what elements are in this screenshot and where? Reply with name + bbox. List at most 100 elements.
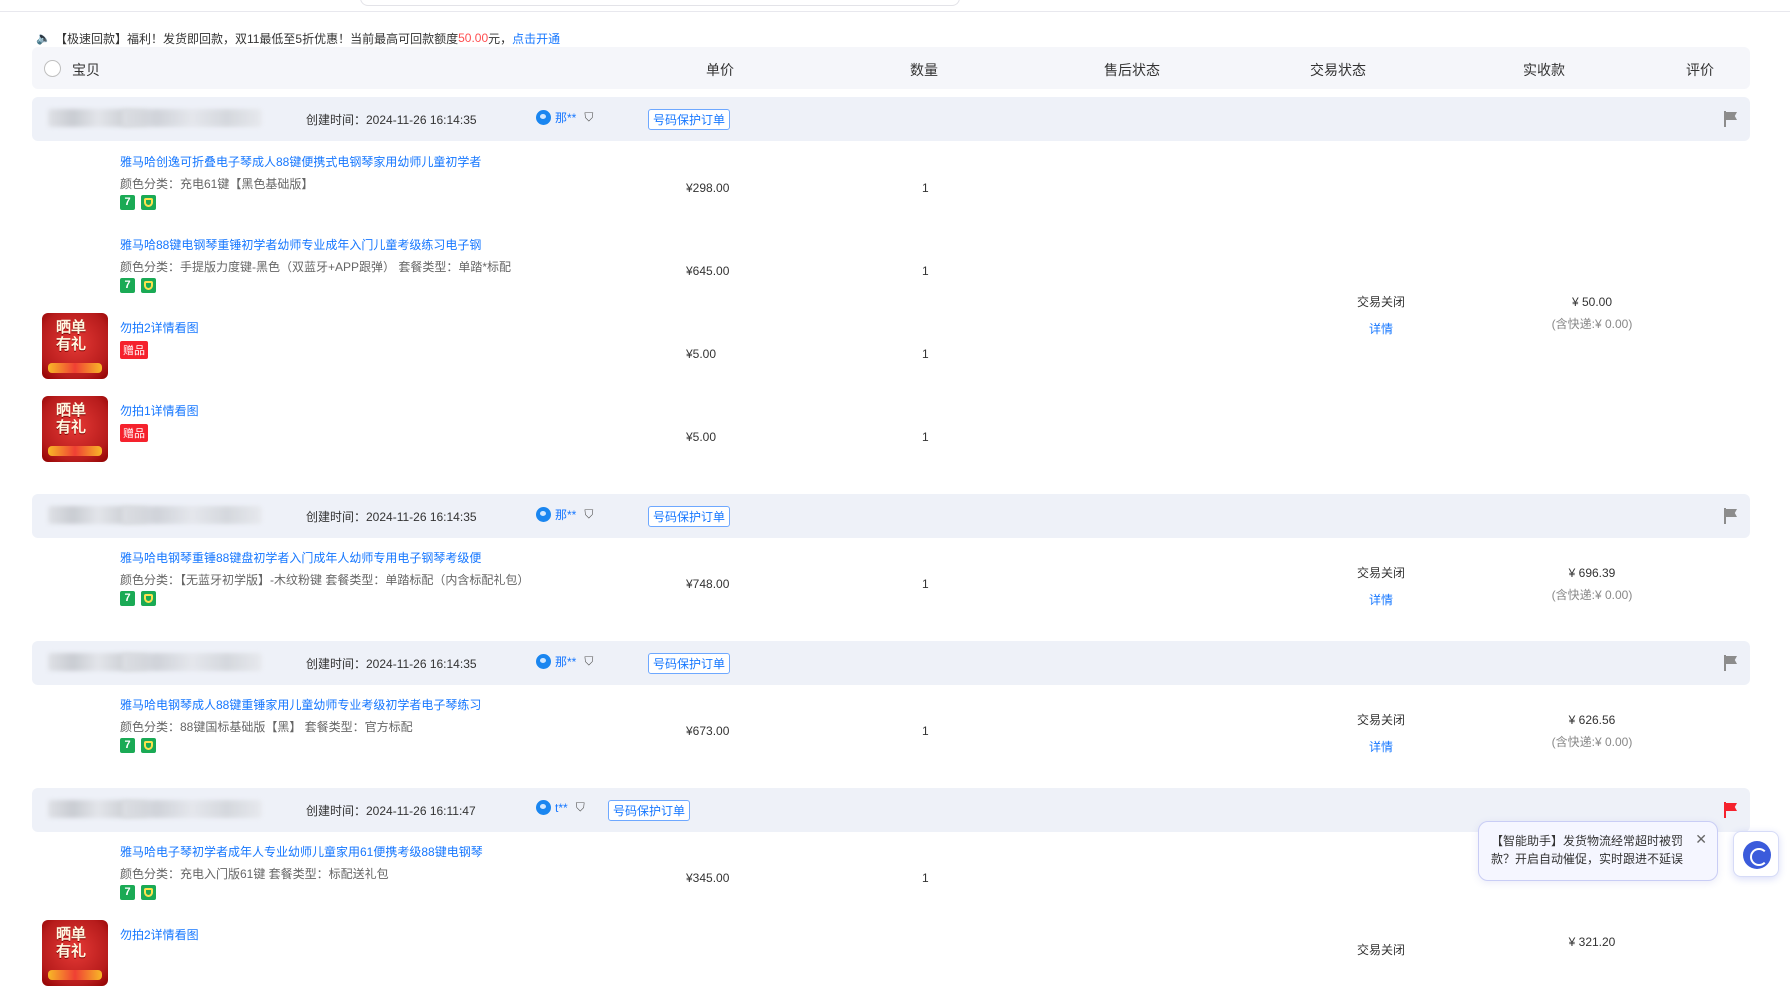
item-title[interactable]: 雅马哈电钢琴重锤88键盘初学者入门成年人幼师专用电子钢琴考级便: [120, 549, 481, 566]
item-price: ¥748.00: [686, 577, 730, 591]
order-id-redacted: [122, 800, 262, 818]
created-time: 创建时间：2024-11-26 16:14:35: [306, 510, 477, 524]
order-id-redacted: [122, 109, 262, 127]
search-box-fragment: [360, 0, 960, 6]
number-protect-badge: 号码保护订单: [648, 653, 731, 674]
col-item: 宝贝: [72, 62, 100, 78]
order-card: 创建时间：2024-11-26 16:14:35 那** ⛉ 号码保护订单 雅马哈…: [32, 97, 1750, 472]
buyer-name[interactable]: 那** ⛉: [536, 109, 593, 126]
item-price: ¥645.00: [686, 264, 730, 278]
item-price: ¥5.00: [686, 347, 717, 361]
item-qty: 1: [922, 264, 929, 278]
received-amount: ¥ 50.00 (含快递:¥ 0.00): [1502, 295, 1682, 332]
flag-icon[interactable]: [1724, 508, 1738, 524]
item-title[interactable]: 雅马哈电子琴初学者成年人专业幼师儿童家用61便携考级88键电钢琴: [120, 843, 483, 860]
trade-status: 交易关闭: [1306, 941, 1456, 958]
notice-text: 【极速回款】福利！发货即回款，双11最低至5折优惠！当前最高可回款额度: [54, 31, 459, 46]
trade-status: 交易关闭 详情: [1306, 711, 1456, 755]
item-title[interactable]: 勿拍2详情看图: [120, 926, 199, 943]
chat-icon[interactable]: [536, 800, 551, 815]
order-header: 创建时间：2024-11-26 16:14:35 那** ⛉ 号码保护订单: [32, 641, 1750, 685]
buyer-name[interactable]: 那** ⛉: [536, 653, 593, 670]
smart-assistant-button[interactable]: [1733, 831, 1779, 877]
gift-badge: 赠品: [120, 341, 148, 359]
notice-amount: 50.00: [458, 31, 489, 45]
order-card: 创建时间：2024-11-26 16:14:35 那** ⛉ 号码保护订单 雅马哈…: [32, 641, 1750, 766]
detail-link[interactable]: 详情: [1306, 591, 1456, 608]
quick-payback-notice: 🔈 【极速回款】福利！发货即回款，双11最低至5折优惠！当前最高可回款额度 50…: [36, 30, 560, 46]
number-protect-badge: 号码保护订单: [608, 800, 691, 821]
filter-icon[interactable]: ⛉: [584, 110, 593, 125]
item-qty: 1: [922, 347, 929, 361]
paid-amount: ¥ 696.39: [1568, 566, 1616, 580]
order-card: 创建时间：2024-11-26 16:11:47 t** ⛉ 号码保护订单 雅马哈…: [32, 788, 1750, 996]
paid-amount: ¥ 50.00: [1571, 295, 1613, 309]
buyer-name[interactable]: 那** ⛉: [536, 506, 593, 523]
col-price: 单价: [706, 62, 734, 78]
created-time: 创建时间：2024-11-26 16:14:35: [306, 657, 477, 671]
order-item: 雅马哈电钢琴重锤88键盘初学者入门成年人幼师专用电子钢琴考级便 颜色分类：【无蓝…: [32, 539, 1750, 619]
col-review: 评价: [1686, 62, 1714, 78]
guarantee-icon: [141, 278, 156, 293]
item-title[interactable]: 勿拍2详情看图: [120, 319, 199, 336]
gift-thumbnail[interactable]: 晒单 有礼: [42, 313, 108, 379]
item-title[interactable]: 雅马哈电钢琴成人88键重锤家用儿童幼师专业考级初学者电子琴练习: [120, 696, 481, 713]
col-after-sale: 售后状态: [1104, 62, 1160, 78]
filter-icon[interactable]: ⛉: [576, 800, 585, 815]
item-price: ¥298.00: [686, 181, 730, 195]
received-amount: ¥ 696.39 (含快递:¥ 0.00): [1502, 566, 1682, 603]
service-tags: 7: [120, 738, 156, 753]
order-id-redacted: [122, 653, 262, 671]
filter-icon[interactable]: ⛉: [584, 654, 593, 669]
flag-icon[interactable]: [1724, 655, 1738, 671]
smart-assistant-tip[interactable]: 【智能助手】发货物流经常超时被罚款？开启自动催促，实时跟进不延误 ✕: [1478, 821, 1718, 881]
detail-link[interactable]: 详情: [1306, 738, 1456, 755]
trade-status: 交易关闭 详情: [1306, 564, 1456, 608]
item-price: ¥5.00: [686, 430, 717, 444]
shipping-fee: (含快递:¥ 0.00): [1551, 588, 1633, 602]
paid-amount: ¥ 626.56: [1568, 713, 1616, 727]
item-title[interactable]: 勿拍1详情看图: [120, 402, 199, 419]
chat-icon[interactable]: [536, 110, 551, 125]
item-title[interactable]: 雅马哈88键电钢琴重锤初学者幼师专业成年入门儿童考级练习电子钢: [120, 236, 481, 253]
item-qty: 1: [922, 724, 929, 738]
order-card: 创建时间：2024-11-26 16:14:35 那** ⛉ 号码保护订单 雅马哈…: [32, 494, 1750, 619]
item-sku: 颜色分类：充电61键【黑色基础版】: [120, 177, 314, 191]
filter-icon[interactable]: ⛉: [584, 507, 593, 522]
created-time: 创建时间：2024-11-26 16:11:47: [306, 804, 476, 818]
item-qty: 1: [922, 577, 929, 591]
flag-icon[interactable]: [1724, 802, 1738, 818]
seven-day-return-icon: 7: [120, 278, 135, 293]
item-qty: 1: [922, 871, 929, 885]
number-protect-badge: 号码保护订单: [648, 506, 731, 527]
status-text: 交易关闭: [1356, 566, 1405, 580]
item-sku: 颜色分类：充电入门版61键 套餐类型：标配送礼包: [120, 867, 389, 881]
gift-thumbnail[interactable]: 晒单 有礼: [42, 396, 108, 462]
created-time: 创建时间：2024-11-26 16:14:35: [306, 113, 477, 127]
status-text: 交易关闭: [1356, 295, 1405, 309]
chat-icon[interactable]: [536, 654, 551, 669]
detail-link[interactable]: 详情: [1306, 320, 1456, 337]
order-item: 晒单 有礼 勿拍1详情看图 赠品 ¥5.00 1: [32, 392, 1750, 472]
activate-link[interactable]: 点击开通: [512, 30, 560, 47]
buyer-name[interactable]: t** ⛉: [536, 800, 585, 815]
order-header: 创建时间：2024-11-26 16:14:35 那** ⛉ 号码保护订单: [32, 494, 1750, 538]
close-icon[interactable]: ✕: [1695, 830, 1707, 848]
flag-icon[interactable]: [1724, 111, 1738, 127]
shipping-fee: (含快递:¥ 0.00): [1551, 735, 1633, 749]
col-trade-status: 交易状态: [1310, 62, 1366, 78]
received-amount: ¥ 321.20: [1502, 935, 1682, 949]
col-received: 实收款: [1523, 62, 1565, 78]
service-tags: 7: [120, 278, 156, 293]
item-title[interactable]: 雅马哈创逸可折叠电子琴成人88键便携式电钢琴家用幼师儿童初学者: [120, 153, 481, 170]
paid-amount: ¥ 321.20: [1568, 935, 1616, 949]
chat-icon[interactable]: [536, 507, 551, 522]
item-sku: 颜色分类：88键国标基础版【黑】 套餐类型：官方标配: [120, 720, 413, 734]
item-sku: 颜色分类：【无蓝牙初学版】-木纹粉键 套餐类型：单踏标配（内含标配礼包）: [120, 573, 530, 587]
item-qty: 1: [922, 430, 929, 444]
seven-day-return-icon: 7: [120, 195, 135, 210]
gift-thumbnail[interactable]: 晒单 有礼: [42, 920, 108, 986]
select-all-checkbox[interactable]: [44, 60, 61, 77]
assistant-icon: [1743, 841, 1771, 869]
status-text: 交易关闭: [1356, 943, 1405, 957]
